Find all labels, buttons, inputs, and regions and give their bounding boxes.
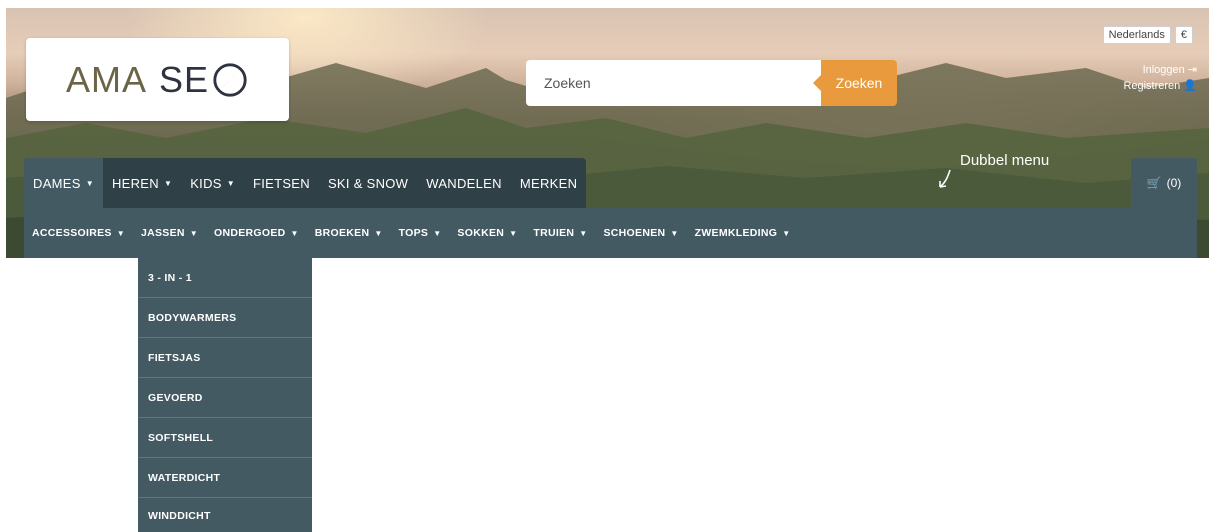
subnav-item-accessoires[interactable]: ACCESSOIRES ▼ [32,227,133,239]
language-select[interactable]: Nederlands [1102,26,1171,44]
user-plus-icon: 👤 [1183,80,1197,92]
nav-label: DAMES [33,175,81,191]
subnav-label: ZWEMKLEDING [694,227,778,239]
subnav-item-tops[interactable]: TOPS ▼ [399,227,450,239]
compass-icon [213,62,247,97]
subnav-item-truien[interactable]: TRUIEN ▼ [533,227,595,239]
annotation-text: Dubbel menu [960,152,1050,169]
account-links: Inloggen ⇥ Registreren 👤 [1123,62,1197,94]
nav-label: SKI & SNOW [327,175,409,191]
nav-label: MERKEN [519,175,578,191]
cart-count: (0) [1166,176,1182,190]
logo-part-1: AMA [65,58,147,100]
caret-down-icon: ▼ [226,178,235,188]
register-label: Registreren [1123,80,1181,92]
subnav-label: JASSEN [140,227,185,239]
nav-item-fietsen[interactable]: FIETSEN [244,158,319,208]
subnav-item-jassen[interactable]: JASSEN ▼ [141,227,206,239]
subnav-item-zwemkleding[interactable]: ZWEMKLEDING ▼ [695,227,799,239]
subnav-label: ACCESSOIRES [32,227,112,239]
page: Nederlands € AMA SE Zoeken Inloggen ⇥ Re… [0,0,1215,532]
nav-label: FIETSEN [252,175,310,191]
logo-part-2: SE [158,58,210,100]
subnav-item-ondergoed[interactable]: ONDERGOED ▼ [214,227,307,239]
search-input[interactable] [526,60,821,106]
subnav-item-sokken[interactable]: SOKKEN ▼ [457,227,525,239]
jassen-dropdown-menu: 3 - IN - 1 BODYWARMERS FIETSJAS GEVOERD … [138,258,312,532]
caret-down-icon: ▼ [290,228,299,238]
caret-down-icon: ▼ [163,178,173,188]
dropdown-item-fietsjas[interactable]: FIETSJAS [138,338,312,378]
nav-label: WANDELEN [426,175,502,191]
dropdown-item-bodywarmers[interactable]: BODYWARMERS [138,298,312,338]
caret-down-icon: ▼ [509,228,518,238]
currency-select[interactable]: € [1174,26,1193,44]
caret-down-icon: ▼ [116,228,125,238]
caret-down-icon: ▼ [189,228,198,238]
login-link[interactable]: Inloggen ⇥ [1123,62,1197,78]
logo[interactable]: AMA SE [26,38,289,121]
dropdown-item-3-in-1[interactable]: 3 - IN - 1 [138,258,312,298]
dropdown-item-softshell[interactable]: SOFTSHELL [138,418,312,458]
logo-wordmark: AMA SE [66,59,249,101]
dropdown-item-gevoerd[interactable]: GEVOERD [138,378,312,418]
search-button[interactable]: Zoeken [813,60,897,106]
caret-down-icon: ▼ [670,228,679,238]
subnav-label: ONDERGOED [214,227,286,239]
sub-nav: ACCESSOIRES ▼ JASSEN ▼ ONDERGOED ▼ BROEKEN ▼… [24,208,1197,258]
caret-down-icon: ▼ [374,228,383,238]
subnav-label: BROEKEN [314,227,370,239]
nav-item-kids[interactable]: KIDS ▼ [181,158,244,208]
curved-arrow-icon [939,169,951,188]
nav-item-merken[interactable]: MERKEN [511,158,586,208]
locale-switchers: Nederlands € [1102,26,1193,44]
subnav-item-broeken[interactable]: BROEKEN ▼ [315,227,391,239]
caret-down-icon: ▼ [433,228,442,238]
cart-button[interactable]: 🛒 (0) [1131,158,1197,208]
nav-item-wandelen[interactable]: WANDELEN [417,158,511,208]
nav-item-ski-snow[interactable]: SKI & SNOW [319,158,417,208]
subnav-label: SOKKEN [457,227,505,239]
register-link[interactable]: Registreren 👤 [1123,78,1197,94]
subnav-label: TOPS [398,227,429,239]
nav-item-dames[interactable]: DAMES ▼ [24,158,103,208]
subnav-label: TRUIEN [533,227,575,239]
caret-down-icon: ▼ [782,228,791,238]
search-bar: Zoeken [526,60,897,106]
nav-item-heren[interactable]: HEREN ▼ [103,158,181,208]
subnav-label: SCHOENEN [603,227,666,239]
sign-in-icon: ⇥ [1187,64,1197,76]
caret-down-icon: ▼ [579,228,588,238]
login-label: Inloggen [1142,64,1185,76]
subnav-item-schoenen[interactable]: SCHOENEN ▼ [603,227,686,239]
nav-label: HEREN [111,175,159,191]
nav-label: KIDS [190,175,222,191]
main-nav: DAMES ▼ HEREN ▼ KIDS ▼ FIETSEN SKI & SNO… [24,158,587,208]
dropdown-item-winddicht[interactable]: WINDDICHT [138,498,312,532]
caret-down-icon: ▼ [85,178,94,188]
cart-icon: 🛒 [1146,176,1162,190]
dropdown-item-waterdicht[interactable]: WATERDICHT [138,458,312,498]
